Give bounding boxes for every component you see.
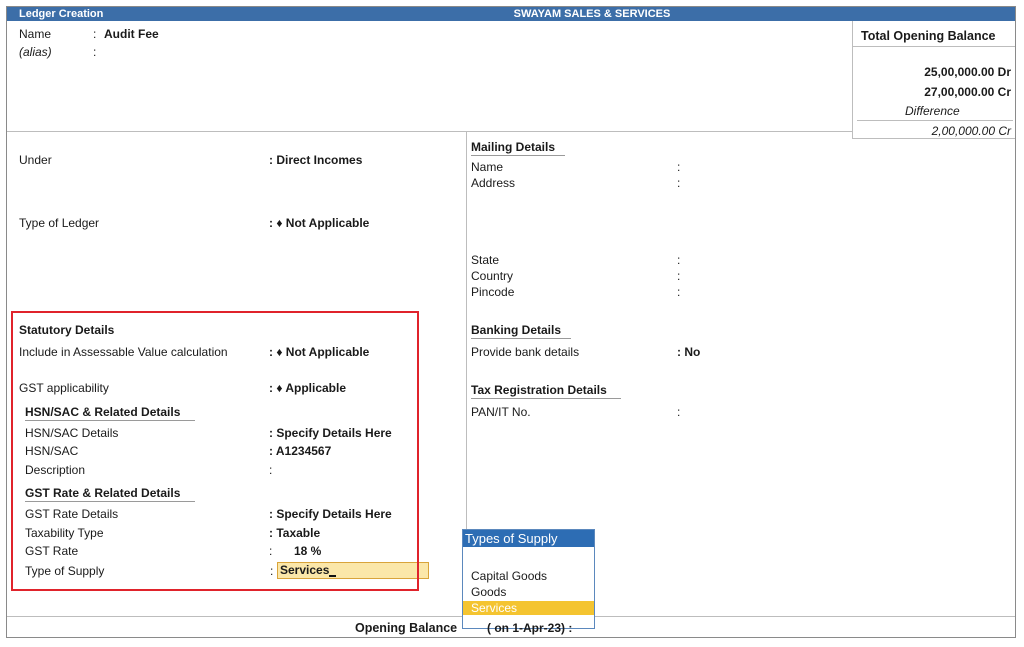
- pincode-label: Pincode: [471, 285, 515, 299]
- pan-field[interactable]: :: [677, 405, 680, 419]
- bank-details-label: Provide bank details: [471, 345, 580, 359]
- state-label: State: [471, 253, 500, 267]
- supply-option-services[interactable]: Services: [463, 601, 594, 615]
- types-of-supply-header: Types of Supply: [463, 530, 594, 547]
- bank-details-field[interactable]: : No: [677, 345, 700, 359]
- divider: [853, 46, 1015, 47]
- pan-label: PAN/IT No.: [471, 405, 531, 419]
- company-name: SWAYAM SALES & SERVICES: [513, 8, 671, 20]
- type-of-ledger-field[interactable]: : ♦ Not Applicable: [269, 216, 369, 230]
- ledger-creation-window: Ledger Creation SWAYAM SALES & SERVICES …: [6, 6, 1016, 638]
- state-field[interactable]: :: [677, 253, 680, 267]
- header-divider: [7, 131, 852, 132]
- difference-value: 2,00,000.00 Cr: [931, 124, 1011, 138]
- address-label: Address: [471, 176, 516, 190]
- opening-balance-field[interactable]: ( on 1-Apr-23) :: [487, 621, 572, 635]
- pincode-field[interactable]: :: [677, 285, 680, 299]
- opening-balance-label: Opening Balance: [355, 621, 458, 635]
- total-opening-balance-panel: Total Opening Balance 25,00,000.00 Dr 27…: [852, 21, 1015, 139]
- alias-label: (alias): [19, 45, 52, 59]
- mailing-name-label: Name: [471, 160, 504, 174]
- difference-label: Difference: [905, 104, 960, 118]
- type-of-ledger-label: Type of Ledger: [19, 216, 100, 230]
- total-opening-title: Total Opening Balance: [861, 29, 996, 43]
- address-field[interactable]: :: [677, 176, 680, 190]
- mailing-title: Mailing Details: [471, 140, 565, 156]
- supply-option-capital-goods[interactable]: Capital Goods: [463, 569, 594, 583]
- types-of-supply-list: Types of Supply Capital Goods Goods Serv…: [462, 529, 595, 629]
- under-label: Under: [19, 153, 52, 167]
- mailing-name-field[interactable]: :: [677, 160, 680, 174]
- ledger-name-field[interactable]: Audit Fee: [104, 27, 159, 41]
- country-field[interactable]: :: [677, 269, 680, 283]
- under-field[interactable]: : Direct Incomes: [269, 153, 362, 167]
- statutory-highlight-annotation: [11, 311, 419, 591]
- supply-option-goods[interactable]: Goods: [463, 585, 594, 599]
- banking-title: Banking Details: [471, 323, 571, 339]
- alias-sep: :: [93, 45, 97, 59]
- name-sep: :: [93, 27, 97, 41]
- name-label: Name: [19, 27, 52, 41]
- divider: [857, 120, 1013, 121]
- total-dr: 25,00,000.00 Dr: [924, 65, 1011, 79]
- tax-registration-title: Tax Registration Details: [471, 383, 621, 399]
- country-label: Country: [471, 269, 514, 283]
- title-bar: Ledger Creation SWAYAM SALES & SERVICES: [7, 7, 1015, 21]
- total-cr: 27,00,000.00 Cr: [924, 85, 1011, 99]
